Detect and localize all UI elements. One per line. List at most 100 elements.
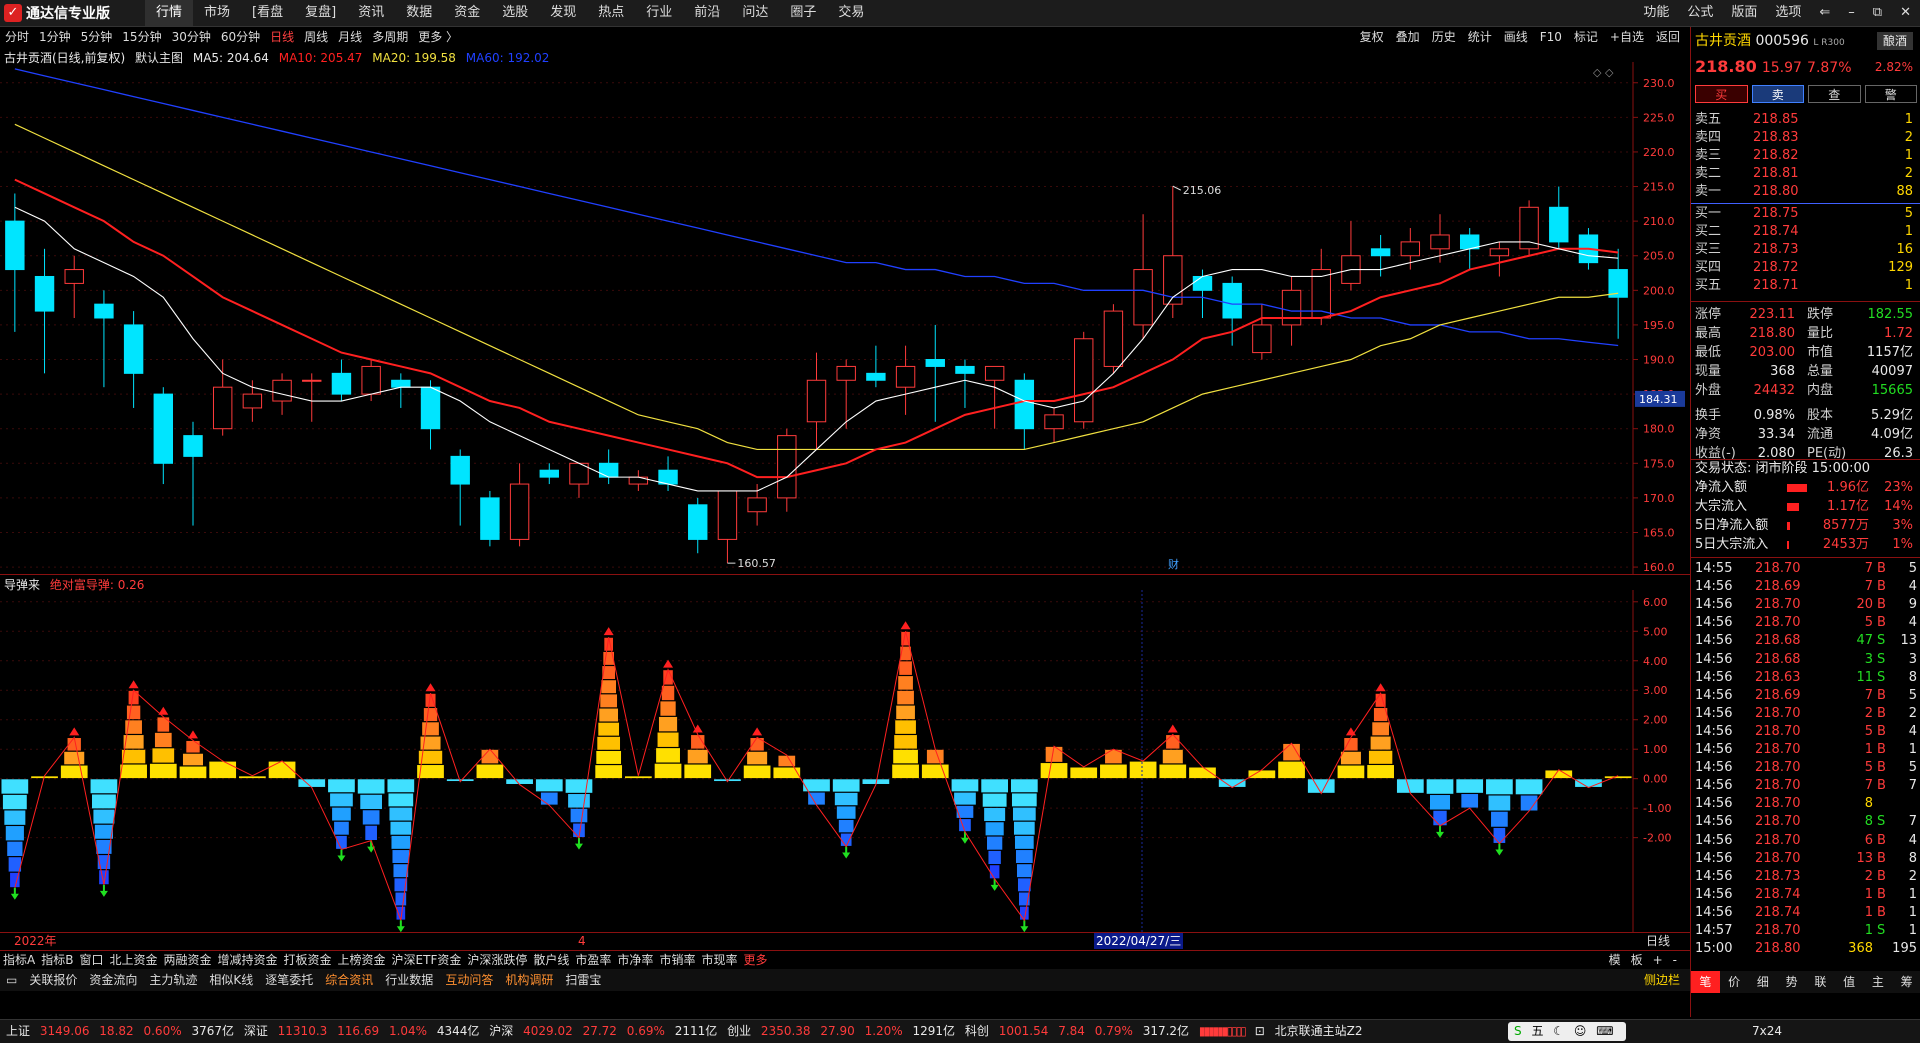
candle[interactable] <box>94 290 114 388</box>
period-9[interactable]: 多周期 <box>367 27 413 47</box>
menu-item-2[interactable]: [看盘 <box>241 0 294 26</box>
side-tab-0[interactable]: 笔 <box>1691 971 1720 993</box>
candle[interactable] <box>1341 221 1361 291</box>
menu-options[interactable]: 选项 <box>1766 0 1810 26</box>
period-1[interactable]: 1分钟 <box>34 27 76 47</box>
bid-row[interactable]: 买二 218.74 1 <box>1695 223 1917 241</box>
indicator-tab-1[interactable]: 指标B <box>38 951 76 969</box>
side-tab-5[interactable]: 值 <box>1835 971 1864 993</box>
indicator-chart[interactable]: 6.00 5.00 4.00 3.00 2.00 1.00 0.00 -1.00 -2.00 <box>0 590 1690 932</box>
candle[interactable] <box>1044 407 1064 443</box>
menu-item-0[interactable]: 行情 <box>145 0 194 26</box>
candle[interactable] <box>1133 214 1153 339</box>
menu-item-4[interactable]: 资讯 <box>347 0 395 26</box>
candle[interactable] <box>866 345 886 388</box>
toolbar-item-6[interactable]: 标记 <box>1568 27 1604 47</box>
menu-item-13[interactable]: 圈子 <box>779 0 827 26</box>
menu-function[interactable]: 功能 <box>1634 0 1678 26</box>
period-2[interactable]: 5分钟 <box>76 27 118 47</box>
info-tab-3[interactable]: 相似K线 <box>203 969 259 991</box>
ask-row[interactable]: 卖二 218.81 2 <box>1695 165 1917 183</box>
side-tab-3[interactable]: 势 <box>1777 971 1806 993</box>
period-10[interactable]: 更多 〉 <box>413 27 463 47</box>
info-tab-2[interactable]: 主力轨迹 <box>143 969 203 991</box>
indicator-tab-3[interactable]: 北上资金 <box>106 951 160 969</box>
info-tab-7[interactable]: 互动问答 <box>439 969 499 991</box>
candle[interactable] <box>895 345 916 415</box>
indicator-tab-8[interactable]: 沪深ETF资金 <box>389 951 465 969</box>
candle[interactable] <box>925 324 945 422</box>
side-tab-4[interactable]: 联 <box>1806 971 1835 993</box>
candle[interactable] <box>955 359 975 408</box>
side-tab-7[interactable]: 筹 <box>1892 971 1920 993</box>
candle[interactable] <box>1400 228 1421 270</box>
minimize-icon[interactable]: – <box>1839 0 1864 26</box>
indicator-tab-13[interactable]: 市销率 <box>656 951 698 969</box>
bid-row[interactable]: 买四 218.72 129 <box>1695 259 1917 277</box>
indicator-tab-6[interactable]: 打板资金 <box>281 951 335 969</box>
period-8[interactable]: 月线 <box>333 27 367 47</box>
indicator-tab-15[interactable]: 更多 <box>740 951 770 969</box>
candle[interactable] <box>1103 304 1124 374</box>
candle[interactable] <box>302 373 322 422</box>
candle[interactable] <box>628 470 649 491</box>
candle[interactable] <box>598 449 619 485</box>
toolbar-item-4[interactable]: 画线 <box>1498 27 1534 47</box>
candle[interactable] <box>539 463 559 485</box>
indicator-tab-4[interactable]: 两融资金 <box>160 951 214 969</box>
period-6[interactable]: 日线 <box>265 27 299 47</box>
candle[interactable] <box>1311 248 1331 325</box>
candle[interactable] <box>331 359 352 402</box>
bid-row[interactable]: 买五 218.71 1 <box>1695 277 1917 295</box>
candle[interactable] <box>984 365 1005 429</box>
ime-toolbar[interactable]: S 五 ☾ ☺ ⌨ <box>1508 1022 1626 1041</box>
sh-index-label[interactable]: 上证 <box>6 1024 30 1038</box>
cy-index-label[interactable]: 创业 <box>727 1024 751 1038</box>
bid-row[interactable]: 买一 218.75 5 <box>1695 205 1917 223</box>
indicator-tab-10[interactable]: 散户线 <box>530 951 572 969</box>
candle[interactable] <box>1163 186 1183 318</box>
indicator-tab-9[interactable]: 沪深涨跌停 <box>464 951 530 969</box>
info-tab-0[interactable]: 关联报价 <box>23 969 83 991</box>
tabs1-right-1[interactable]: 板 <box>1626 951 1648 969</box>
period-3[interactable]: 15分钟 <box>117 27 166 47</box>
query-button[interactable]: 查 <box>1808 85 1861 103</box>
menu-item-11[interactable]: 前沿 <box>683 0 731 26</box>
ask-row[interactable]: 卖三 218.82 1 <box>1695 147 1917 165</box>
candle[interactable] <box>1549 186 1569 249</box>
tabs1-right-0[interactable]: 模 <box>1604 951 1626 969</box>
candle[interactable] <box>391 373 411 408</box>
info-tab-8[interactable]: 机构调研 <box>499 969 559 991</box>
candle[interactable] <box>361 359 381 402</box>
side-tab-2[interactable]: 细 <box>1749 971 1778 993</box>
server-name[interactable]: 北京联通主站Z2 <box>1275 1024 1363 1038</box>
ask-row[interactable]: 卖五 218.85 1 <box>1695 111 1917 129</box>
menu-item-6[interactable]: 资金 <box>443 0 491 26</box>
buy-button[interactable]: 买 <box>1695 85 1748 103</box>
restore-icon[interactable]: ⧉ <box>1864 0 1891 26</box>
side-tab-1[interactable]: 价 <box>1720 971 1749 993</box>
indicator-tab-7[interactable]: 上榜资金 <box>335 951 389 969</box>
candle[interactable] <box>153 387 174 485</box>
server-icon[interactable]: ⊡ <box>1255 1024 1265 1038</box>
info-tab-4[interactable]: 逐笔委托 <box>259 969 319 991</box>
tabs1-right-2[interactable]: + <box>1648 951 1668 969</box>
indicator-tab-11[interactable]: 市盈率 <box>572 951 614 969</box>
indicator-tab-14[interactable]: 市现率 <box>698 951 740 969</box>
candlestick-chart[interactable]: 230.0 225.0 220.0 215.0 210.0 205.0 200.0 195.0… <box>0 62 1690 574</box>
ask-row[interactable]: 卖一 218.80 88 <box>1695 183 1917 201</box>
candle[interactable] <box>64 255 84 318</box>
toolbar-item-0[interactable]: 复权 <box>1354 27 1390 47</box>
toolbar-item-7[interactable]: +自选 <box>1604 27 1650 47</box>
indicator-tab-2[interactable]: 窗口 <box>76 951 106 969</box>
candle[interactable] <box>34 248 55 374</box>
period-5[interactable]: 60分钟 <box>216 27 265 47</box>
sector-button[interactable]: 酿酒 <box>1876 32 1913 50</box>
candle[interactable] <box>1489 241 1510 277</box>
toolbar-item-5[interactable]: F10 <box>1534 27 1568 47</box>
tabs1-right-3[interactable]: - <box>1668 951 1682 969</box>
finance-marker[interactable]: 财 <box>1168 557 1179 571</box>
candle[interactable] <box>5 193 25 332</box>
menu-item-3[interactable]: 复盘] <box>294 0 347 26</box>
kc-index-label[interactable]: 科创 <box>965 1024 989 1038</box>
